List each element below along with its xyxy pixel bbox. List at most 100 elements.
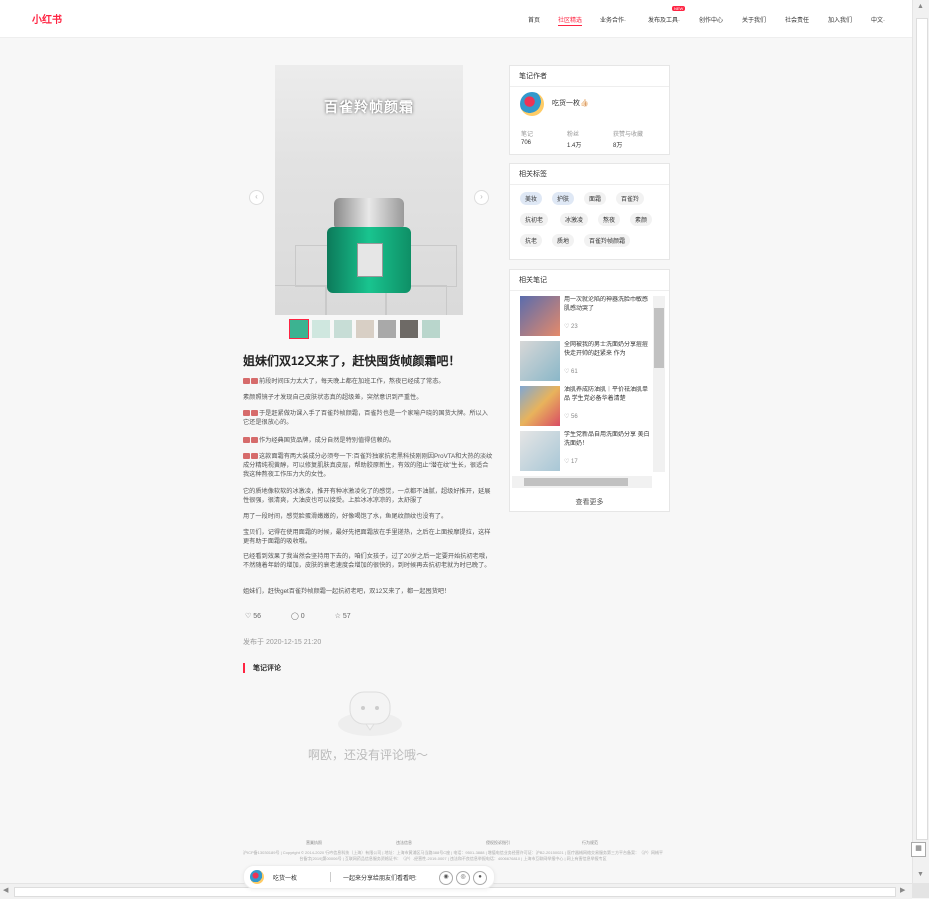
cream-jar-lid [334,198,404,228]
emoji-icon [243,378,250,384]
thumbnail[interactable] [400,320,418,338]
comment-button[interactable]: ◯ 0 [291,613,319,620]
weibo-share-icon[interactable]: ● [473,871,487,885]
stat-label: 笔记 [521,132,534,138]
nav-item[interactable]: 首页 [528,15,540,24]
logo[interactable]: 小红书 [32,11,62,26]
note-paragraph: 作为经典国货品牌，成分自然是特别值得信赖的。 [243,436,493,445]
related-note-likes: ♡ 56 [564,414,578,420]
page-scroll-thumb[interactable] [916,18,928,840]
nav-item[interactable]: 发布及工具· [648,15,680,24]
note-article: 姐妹们双12又来了，赶快囤货帧颜霜吧！ [243,352,493,369]
related-note-thumbnail [520,431,560,471]
tag-item[interactable]: 质地 [552,234,575,247]
tag-item[interactable]: 护肤 [552,192,575,205]
like-count: 56 [571,414,578,420]
related-notes-vscrollbar[interactable] [653,296,665,472]
thumbnail[interactable] [378,320,396,338]
thumbnail[interactable] [356,320,374,338]
stat-value: 8万 [613,143,623,149]
paragraph-text: 前段时间压力太大了，每天晚上都在加班工作，熬夜已经成了常态。 [259,378,445,385]
related-note-item[interactable]: 学生党新品自用洗面奶分享 美白洗面奶！ ♡ 17 [520,431,655,471]
emoji-icon [251,437,258,443]
tag-item[interactable]: 抗老 [520,234,543,247]
nav-item[interactable]: 关于我们 [742,15,766,24]
scroll-left-arrow-icon[interactable]: ◀ [3,886,8,894]
note-main-image[interactable]: 百雀羚帧颜霜 [275,65,463,315]
author-card: 笔记作者 吃货一枚👍🏻 笔记 706 粉丝 1.4万 获赞与收藏 8万 [509,65,670,155]
footer-link[interactable]: 行为规范 [582,840,598,846]
stat-label: 粉丝 [567,132,580,138]
tag-item[interactable]: 百雀羚帧颜霜 [584,234,631,247]
note-paragraph: 前段时间压力太大了，每天晚上都在加班工作，熬夜已经成了常态。 [243,377,493,386]
share-author-name[interactable]: 吃货一枚 [273,873,297,882]
thumbnail[interactable] [422,320,440,338]
moments-share-icon[interactable]: ◎ [456,871,470,885]
wechat-share-icon[interactable]: ◉ [439,871,453,885]
scroll-down-arrow-icon[interactable]: ▼ [917,871,924,878]
emoji-icon [243,453,250,459]
tag-item[interactable]: 抗初老 [520,213,549,226]
related-note-thumbnail [520,341,560,381]
thumbnail[interactable] [289,319,309,339]
page-vertical-scrollbar[interactable]: ▲ ▼ [912,0,929,883]
stat-value: 1.4万 [567,143,582,149]
footer-link[interactable]: 营業执照 [306,840,322,846]
thumbnail[interactable] [334,320,352,338]
tag-item[interactable]: 素颜 [630,213,653,226]
nav-item[interactable]: 中文· [871,15,885,24]
note-title: 姐妹们双12又来了，赶快囤货帧颜霜吧！ [243,354,461,368]
thumbnail[interactable] [312,320,330,338]
author-name[interactable]: 吃货一枚👍🏻 [552,98,589,108]
footer-link[interactable]: 违法信息 [396,840,412,846]
nav-item[interactable]: 社区精选 [558,15,583,26]
qr-code-icon[interactable]: ▦ [911,842,926,857]
tag-item[interactable]: 熬夜 [598,213,621,226]
tag-item[interactable]: 美妆 [520,192,543,205]
related-notes-hscrollbar[interactable] [512,476,652,488]
carousel-prev-icon[interactable]: ‹ [249,190,264,205]
tag-item[interactable]: 冰激凌 [560,213,589,226]
paragraph-text: 这款面霜有两大装成分必须夸一下:百雀羚独家抗老黑科技刚刚因ProVTA和大热的淡… [243,453,493,478]
comments-title: 笔记评论 [243,663,281,673]
scroll-right-arrow-icon[interactable]: ▶ [900,886,905,894]
nav-item[interactable]: 业务合作· [600,15,626,24]
nav-item[interactable]: 社会责任 [785,15,809,24]
tags-card: 相关标签 美妆 护肤 面霜 百雀羚 抗初老 冰激凌 熬夜 素颜 抗老 质地 百雀… [509,163,670,260]
scroll-up-arrow-icon[interactable]: ▲ [917,3,924,10]
collect-count: 57 [342,613,351,620]
note-paragraph: 这款面霜有两大装成分必须夸一下:百雀羚独家抗老黑科技刚刚因ProVTA和大热的淡… [243,452,493,479]
related-note-title: 用一次就沦陷的神器洗脸巾敏感肌感动哭了 [564,297,649,312]
scrollbar-corner [912,883,929,898]
related-notes-hscroll-thumb[interactable] [524,478,628,486]
related-note-item[interactable]: 油肌养成防油肌｜平价祛油肌单品 学生党必备华着清楚 ♡ 56 [520,386,655,426]
share-author-avatar[interactable] [250,870,264,884]
tags-card-header: 相关标签 [510,164,669,185]
tag-item[interactable]: 百雀羚 [616,192,645,205]
nav-item[interactable]: 创作中心 [699,15,723,24]
footer-legal-text: 沪ICP备13030189号 | Copyright © 2014-2020 行… [243,850,664,861]
author-avatar[interactable] [520,92,544,116]
carousel-next-icon[interactable]: › [474,190,489,205]
emoji-icon [243,437,250,443]
related-note-likes: ♡ 23 [564,324,578,330]
related-notes-card: 相关笔记 用一次就沦陷的神器洗脸巾敏感肌感动哭了 ♡ 23 全网被我的男士洗面奶… [509,269,670,512]
like-count: 17 [571,459,578,465]
related-note-likes: ♡ 17 [564,459,578,465]
note-paragraph: 已经看到效果了我当然会坚持用下去的，咱们女孩子，过了20岁之后一定要开始抗初老哦… [243,552,493,570]
related-note-item[interactable]: 用一次就沦陷的神器洗脸巾敏感肌感动哭了 ♡ 23 [520,296,655,336]
footer-link[interactable]: 侵权投诉指引 [486,840,510,846]
note-stats: ♡ 56 ◯ 0 ☆ 57 [245,612,379,620]
nav-item[interactable]: 加入我们 [828,15,852,24]
related-note-title: 油肌养成防油肌｜平价祛油肌单品 学生党必备华着清楚 [564,387,649,402]
related-notes-vscroll-thumb[interactable] [654,308,664,368]
like-button[interactable]: ♡ 56 [245,613,275,620]
related-note-likes: ♡ 61 [564,369,578,375]
tag-item[interactable]: 面霜 [584,192,607,205]
comment-count: 0 [300,613,305,620]
collect-button[interactable]: ☆ 57 [335,613,365,620]
share-prompt: 一起来分享给朋友们看看吧: [343,876,417,882]
see-more-link[interactable]: 查看更多 [510,497,669,507]
related-note-item[interactable]: 全网被我的男士洗面奶分享痘痘快走开帅的赶紧来 作为 ♡ 61 [520,341,655,381]
emoji-icon [251,378,258,384]
